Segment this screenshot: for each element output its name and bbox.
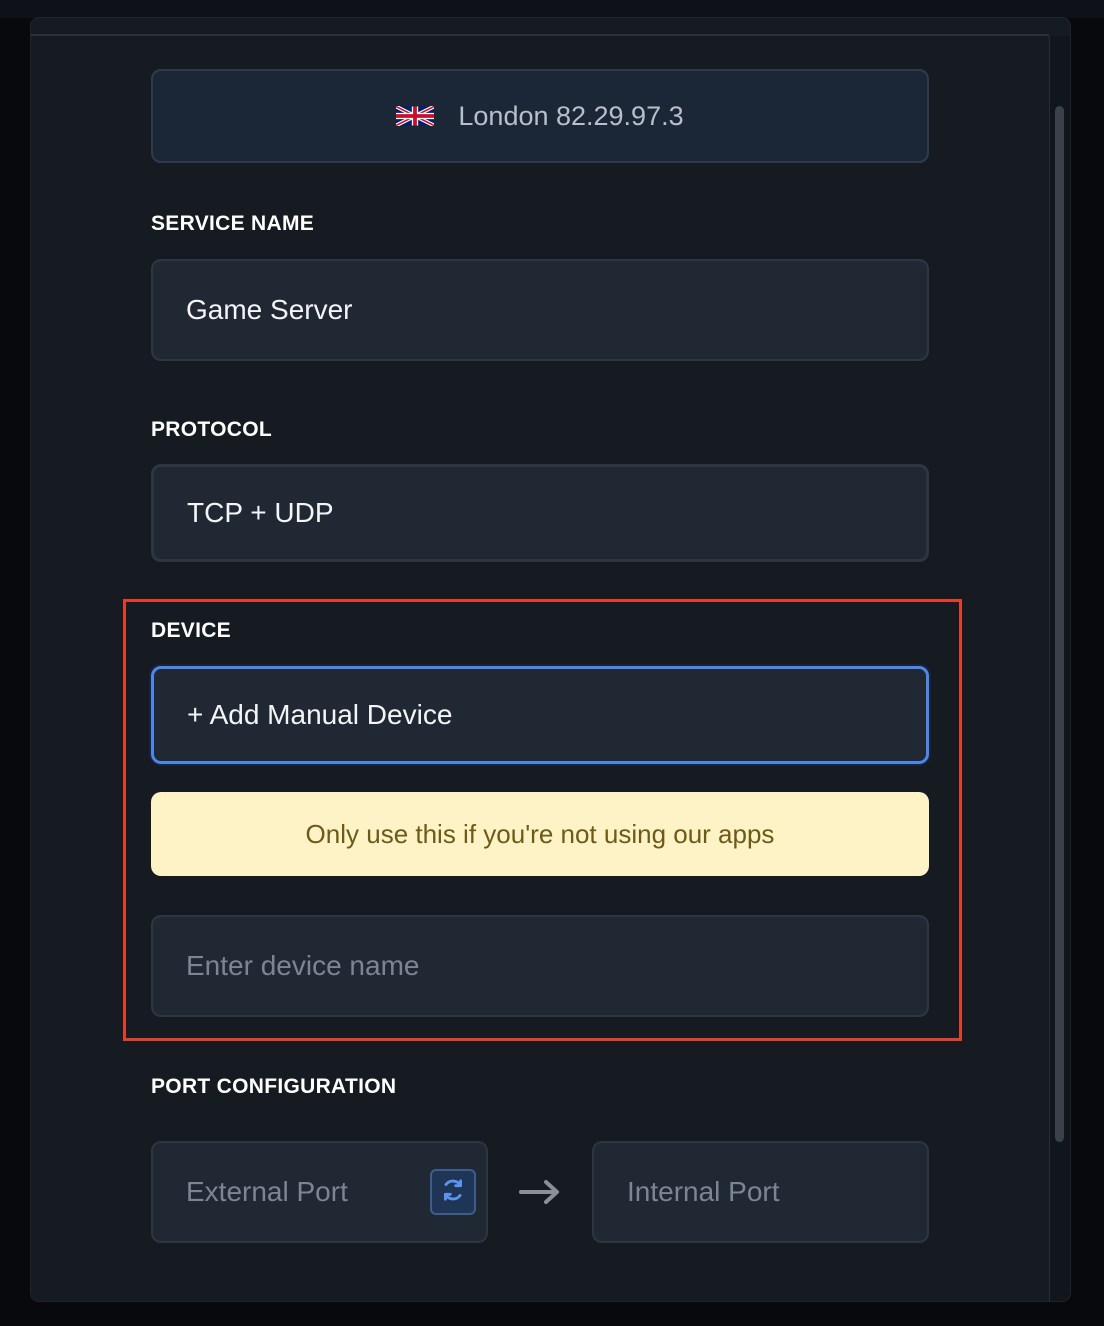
device-select[interactable]: + Add Manual Device [151, 666, 929, 764]
port-configuration-label: PORT CONFIGURATION [151, 1075, 397, 1098]
refresh-icon [440, 1177, 466, 1207]
protocol-select[interactable]: TCP + UDP [151, 464, 929, 562]
protocol-label: PROTOCOL [151, 418, 273, 441]
device-label: DEVICE [151, 619, 231, 642]
service-name-label: SERVICE NAME [151, 212, 315, 235]
modal-divider [31, 34, 1049, 36]
service-name-value: Game Server [186, 294, 353, 325]
port-forward-modal: London 82.29.97.3 SERVICE NAME Game Serv… [31, 18, 1070, 1301]
protocol-value: TCP + UDP [187, 497, 334, 528]
scrollbar-thumb[interactable] [1055, 106, 1064, 1142]
device-name-input[interactable]: Enter device name [151, 915, 929, 1017]
arrow-right-icon [518, 1178, 562, 1206]
manual-device-warning: Only use this if you're not using our ap… [151, 792, 929, 876]
background-app-header [0, 0, 1104, 18]
generate-port-button[interactable] [430, 1169, 476, 1215]
internal-port-input[interactable]: Internal Port [592, 1141, 929, 1243]
service-name-input[interactable]: Game Server [151, 259, 929, 361]
server-location-display: London 82.29.97.3 [151, 69, 929, 163]
device-select-value: + Add Manual Device [187, 699, 453, 730]
server-location-text: London 82.29.97.3 [458, 100, 684, 131]
external-port-input[interactable]: External Port [151, 1141, 488, 1243]
device-name-placeholder: Enter device name [186, 950, 420, 981]
internal-port-placeholder: Internal Port [627, 1176, 780, 1207]
external-port-placeholder: External Port [186, 1176, 348, 1207]
uk-flag-icon [395, 104, 436, 128]
